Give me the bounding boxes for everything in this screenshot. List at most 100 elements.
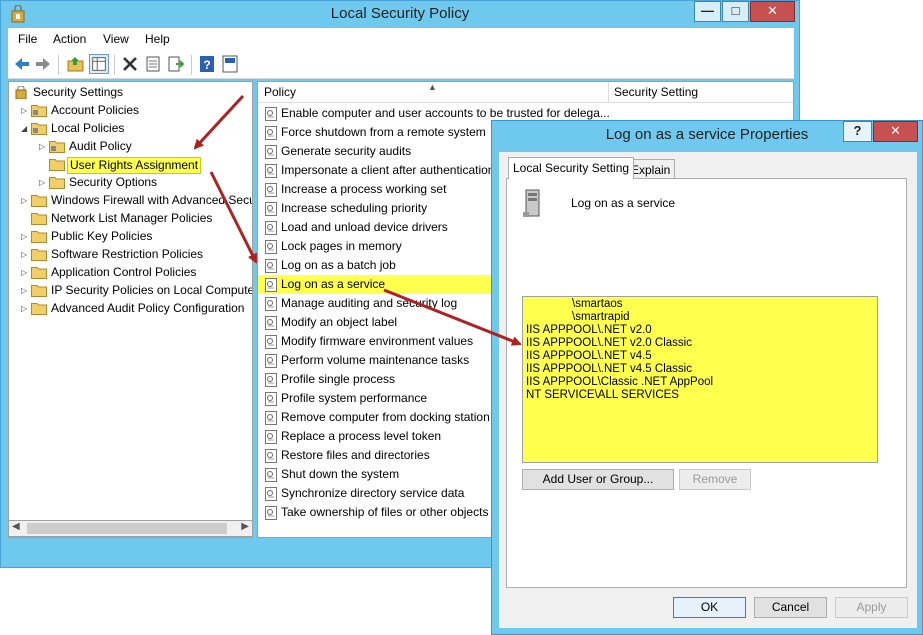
policy-row[interactable]: Log on as a service bbox=[258, 275, 494, 294]
policy-icon bbox=[265, 278, 278, 292]
policy-label: Replace a process level token bbox=[281, 429, 442, 443]
expand-arrow-icon[interactable]: ▷ bbox=[39, 143, 47, 151]
dialog-body: Local Security Setting Explain Log on as… bbox=[499, 152, 917, 628]
policy-label: Increase scheduling priority bbox=[281, 201, 428, 215]
policy-label: Increase a process working set bbox=[281, 182, 447, 196]
back-icon[interactable] bbox=[12, 54, 32, 74]
policy-label: Remove computer from docking station bbox=[281, 410, 490, 424]
policy-icon bbox=[265, 221, 278, 235]
policy-label: Synchronize directory service data bbox=[281, 486, 465, 500]
tab-local-security-setting[interactable]: Local Security Setting bbox=[508, 157, 635, 179]
toolbar: ? bbox=[8, 51, 794, 79]
policy-icon bbox=[265, 240, 278, 254]
expand-arrow-icon[interactable]: ▷ bbox=[21, 107, 29, 115]
tree-item-label: Windows Firewall with Advanced Security bbox=[51, 193, 253, 207]
collapse-arrow-icon[interactable]: ◢ bbox=[21, 125, 29, 133]
toolbar-separator bbox=[114, 55, 115, 75]
account-entry[interactable]: IIS APPPOOL\Classic .NET AppPool bbox=[526, 376, 874, 389]
close-button[interactable]: ✕ bbox=[750, 1, 795, 22]
tree-item-label: Account Policies bbox=[51, 103, 140, 117]
tree-horizontal-scrollbar[interactable]: ◀ ▶ bbox=[8, 520, 253, 537]
cancel-button[interactable]: Cancel bbox=[754, 597, 827, 618]
policy-label: Impersonate a client after authenticatio… bbox=[281, 163, 495, 177]
account-entry[interactable]: IIS APPPOOL\.NET v4.5 Classic bbox=[526, 363, 874, 376]
account-entry[interactable]: IIS APPPOOL\.NET v2.0 Classic bbox=[526, 337, 874, 350]
forward-icon[interactable] bbox=[33, 54, 53, 74]
folder-icon bbox=[49, 158, 65, 171]
policy-label: Log on as a service bbox=[281, 277, 386, 291]
up-folder-icon[interactable] bbox=[66, 54, 86, 74]
tree-item-label: IP Security Policies on Local Computer bbox=[51, 283, 253, 297]
remove-button[interactable]: Remove bbox=[679, 469, 751, 490]
sort-ascending-icon: ▲ bbox=[428, 82, 437, 92]
expand-arrow-icon[interactable]: ▷ bbox=[21, 269, 29, 277]
expand-arrow-icon[interactable]: ▷ bbox=[21, 251, 29, 259]
menu-help[interactable]: Help bbox=[145, 32, 170, 46]
policy-label: Take ownership of files or other objects bbox=[281, 505, 489, 519]
policy-icon bbox=[265, 373, 278, 387]
folder-icon bbox=[31, 302, 47, 315]
help-topic-icon[interactable] bbox=[220, 54, 240, 74]
show-hide-tree-icon[interactable] bbox=[89, 54, 109, 74]
apply-button[interactable]: Apply bbox=[835, 597, 908, 618]
account-entry[interactable]: \smartrapid bbox=[526, 311, 874, 324]
scrollbar-thumb[interactable] bbox=[27, 523, 227, 534]
accounts-listbox[interactable]: \smartaos \smartrapid IIS APPPOOL\.NET v2.… bbox=[522, 296, 878, 463]
tree-item-label: Advanced Audit Policy Configuration bbox=[51, 301, 245, 315]
expand-arrow-icon bbox=[39, 161, 47, 169]
expand-arrow-icon[interactable]: ▷ bbox=[21, 287, 29, 295]
menu-file[interactable]: File bbox=[18, 32, 37, 46]
expand-arrow-icon[interactable]: ▷ bbox=[39, 179, 47, 187]
policy-label: Load and unload device drivers bbox=[281, 220, 448, 234]
menu-view[interactable]: View bbox=[103, 32, 129, 46]
account-entry[interactable]: IIS APPPOOL\.NET v2.0 bbox=[526, 324, 874, 337]
account-entry[interactable]: NT SERVICE\ALL SERVICES bbox=[526, 389, 874, 402]
column-header-security-setting[interactable]: Security Setting bbox=[614, 85, 698, 99]
policy-label: Shut down the system bbox=[281, 467, 400, 481]
policy-label: Modify firmware environment values bbox=[281, 334, 474, 348]
policy-icon bbox=[265, 392, 278, 406]
policy-label: Manage auditing and security log bbox=[281, 296, 458, 310]
tree-item-label: Public Key Policies bbox=[51, 229, 153, 243]
account-entry[interactable]: IIS APPPOOL\.NET v4.5 bbox=[526, 350, 874, 363]
dialog-help-button[interactable]: ? bbox=[843, 121, 872, 142]
dialog-close-button[interactable]: ✕ bbox=[873, 121, 918, 142]
policy-icon bbox=[265, 297, 278, 311]
scroll-left-icon[interactable]: ◀ bbox=[12, 521, 20, 532]
expand-arrow-icon bbox=[21, 215, 29, 223]
policy-icon bbox=[265, 335, 278, 349]
security-settings-icon bbox=[13, 85, 29, 100]
minimize-button[interactable]: — bbox=[694, 1, 721, 22]
folder-icon bbox=[31, 104, 47, 117]
scroll-right-icon[interactable]: ▶ bbox=[241, 521, 249, 532]
policy-icon bbox=[265, 259, 278, 273]
folder-icon bbox=[31, 284, 47, 297]
policy-icon bbox=[265, 145, 278, 159]
add-user-or-group-button[interactable]: Add User or Group... bbox=[522, 469, 674, 490]
account-entry[interactable]: \smartaos bbox=[526, 298, 874, 311]
delete-icon[interactable] bbox=[120, 54, 140, 74]
tree-item-label: Audit Policy bbox=[69, 139, 132, 153]
ok-button[interactable]: OK bbox=[673, 597, 746, 618]
maximize-button[interactable]: □ bbox=[722, 1, 749, 22]
column-separator[interactable] bbox=[608, 82, 609, 103]
expand-arrow-icon[interactable]: ▷ bbox=[21, 305, 29, 313]
menu-action[interactable]: Action bbox=[53, 32, 86, 46]
policy-label: Lock pages in memory bbox=[281, 239, 402, 253]
tree-pane[interactable]: Security Settings ▷ Account Policies ◢ Local… bbox=[8, 81, 253, 538]
properties-icon[interactable] bbox=[143, 54, 163, 74]
server-icon bbox=[523, 189, 540, 217]
export-list-icon[interactable] bbox=[166, 54, 186, 74]
expand-arrow-icon[interactable]: ▷ bbox=[21, 197, 29, 205]
help-icon[interactable]: ? bbox=[197, 54, 217, 74]
folder-icon bbox=[49, 176, 65, 189]
policy-icon bbox=[265, 107, 278, 121]
menu-bar: File Action View Help bbox=[8, 28, 794, 51]
policy-label: Log on as a batch job bbox=[281, 258, 396, 272]
policy-icon bbox=[265, 164, 278, 178]
toolbar-separator bbox=[191, 55, 192, 75]
expand-arrow-icon[interactable]: ▷ bbox=[21, 233, 29, 241]
tree-item-label: Application Control Policies bbox=[51, 265, 197, 279]
policy-icon bbox=[265, 449, 278, 463]
column-header-policy[interactable]: Policy bbox=[264, 85, 296, 99]
